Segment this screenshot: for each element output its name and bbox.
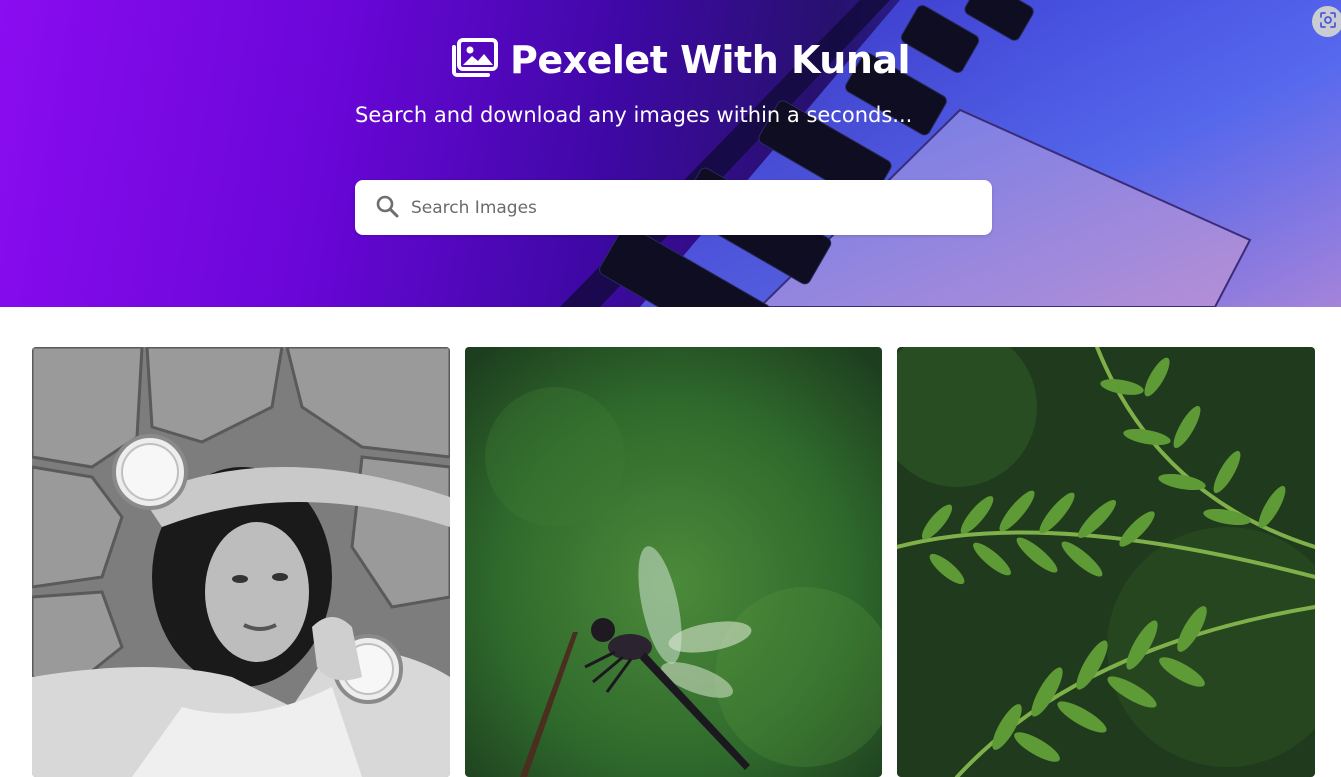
photo-fern xyxy=(897,347,1315,777)
image-gallery xyxy=(0,307,1341,777)
images-icon xyxy=(450,38,498,82)
gallery-image-card[interactable] xyxy=(465,347,882,777)
search-input[interactable] xyxy=(411,187,971,228)
photo-woman-lemons xyxy=(32,347,450,777)
lens-scan-button[interactable] xyxy=(1312,6,1341,37)
hero-banner: Pexelet With Kunal Search and download a… xyxy=(0,0,1341,307)
gallery-image-card[interactable] xyxy=(32,347,450,777)
tagline: Search and download any images within a … xyxy=(355,103,913,127)
photo-dragonfly xyxy=(465,347,882,777)
brand: Pexelet With Kunal xyxy=(450,36,911,84)
page-title: Pexelet With Kunal xyxy=(510,38,911,82)
lens-scan-icon xyxy=(1319,11,1337,33)
search-bar[interactable] xyxy=(355,180,992,235)
gallery-image-card[interactable] xyxy=(897,347,1315,777)
search-icon xyxy=(375,194,399,222)
